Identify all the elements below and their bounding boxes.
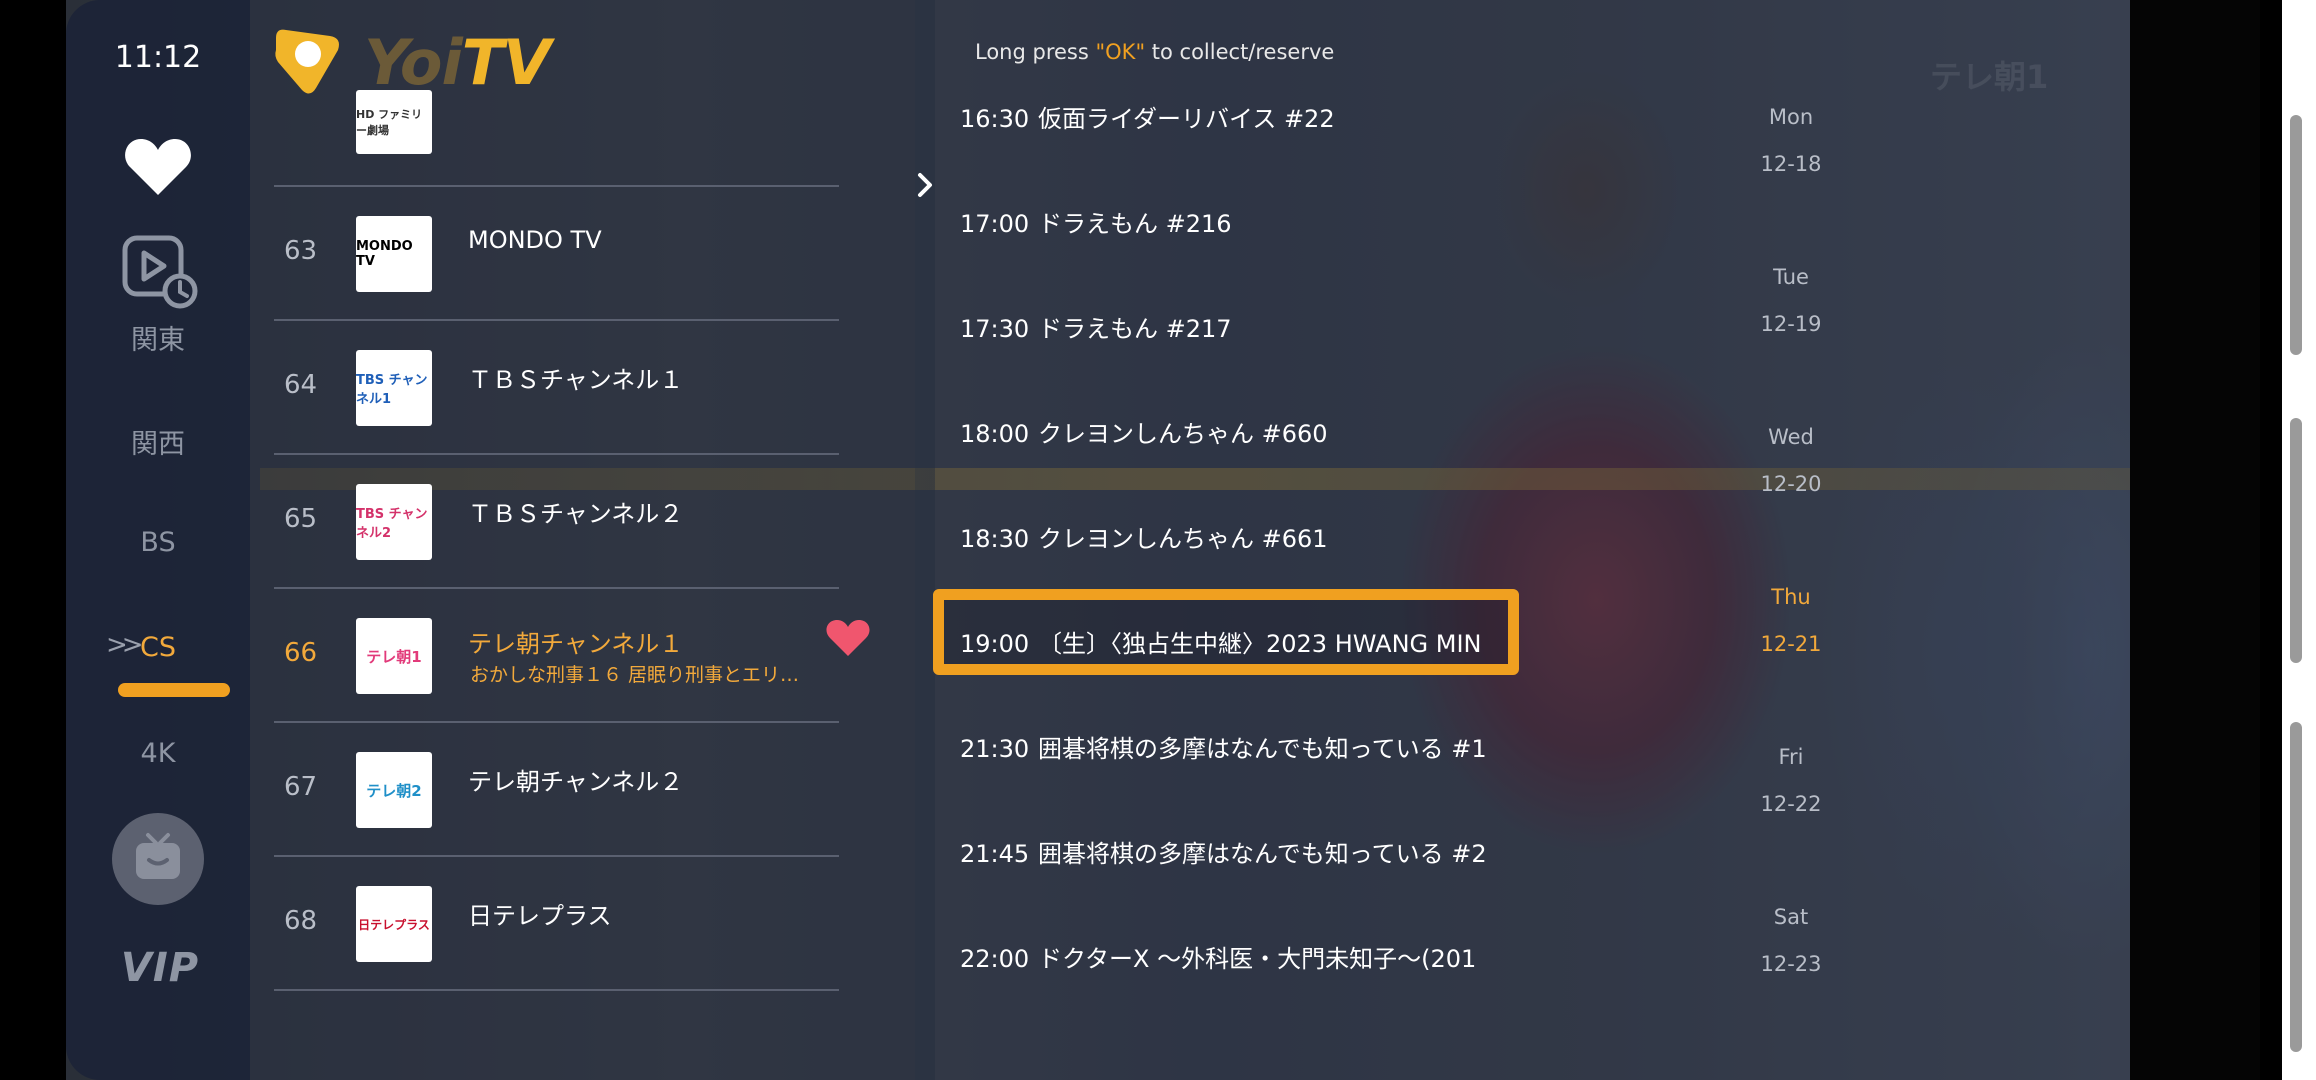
day-weekday[interactable]: Tue [1746, 265, 1836, 289]
scrollbar-thumb[interactable] [2290, 722, 2302, 1052]
day-weekday-selected[interactable]: Thu [1746, 585, 1836, 609]
nav-item-kanto[interactable]: 関東 [66, 318, 250, 357]
channel-separator [274, 989, 839, 991]
program-row[interactable]: 18:00 クレヨンしんちゃん #660 [960, 414, 1328, 464]
channel-row[interactable]: 67 テレ朝2 テレ朝チャンネル２ [274, 722, 839, 856]
channel-row[interactable]: 65 TBS チャンネル2 ＴＢＳチャンネル２ [274, 454, 839, 588]
channel-name: MONDO TV [468, 226, 602, 254]
channel-number: 63 [284, 236, 318, 266]
day-date[interactable]: 12-18 [1746, 152, 1836, 176]
logo-text-yoi: Yoi [364, 26, 463, 99]
program-time: 18:30 [960, 525, 1030, 553]
nav-item-kansai[interactable]: 関西 [66, 422, 250, 461]
channel-row[interactable]: 64 TBS チャンネル1 ＴＢＳチャンネル１ [274, 320, 839, 454]
channel-logo: テレ朝2 [356, 752, 432, 828]
chevron-right-icon[interactable] [914, 168, 936, 202]
tv-icon[interactable] [112, 813, 204, 905]
day-date[interactable]: 12-20 [1746, 472, 1836, 496]
vip-badge[interactable]: VIP [110, 945, 210, 991]
program-title: 囲碁将棋の多摩はなんでも知っている #2 [1038, 840, 1487, 868]
program-time: 16:30 [960, 105, 1030, 133]
day-weekday[interactable]: Wed [1746, 425, 1836, 449]
day-date-selected[interactable]: 12-21 [1746, 632, 1836, 656]
channel-row-selected[interactable]: 66 テレ朝1 テレ朝チャンネル１ おかしな刑事１６ 居眠り刑事とエリ… [274, 588, 839, 722]
history-play-icon[interactable] [122, 235, 198, 309]
channel-logo: 日テレプラス [356, 886, 432, 962]
logo-text-tv: TV [461, 26, 551, 99]
channel-row[interactable]: 63 MONDO TV MONDO TV [274, 186, 839, 320]
heart-icon[interactable] [124, 135, 192, 197]
program-row[interactable]: 16:30 仮面ライダーリバイス #22 [960, 99, 1335, 149]
program-row[interactable]: 21:45 囲碁将棋の多摩はなんでも知っている #2 [960, 834, 1487, 884]
channel-logo: テレ朝1 [356, 618, 432, 694]
channel-logo: MONDO TV [356, 216, 432, 292]
program-title: 仮面ライダーリバイス #22 [1038, 105, 1335, 133]
panel-divider [915, 0, 935, 1080]
channel-number: 67 [284, 772, 318, 802]
program-title: ドラえもん #217 [1038, 315, 1232, 343]
nav-item-bs[interactable]: BS [66, 527, 250, 558]
program-row[interactable]: 18:30 クレヨンしんちゃん #661 [960, 519, 1328, 569]
program-row[interactable]: 17:30 ドラえもん #217 [960, 309, 1232, 359]
program-title: ドラえもん #216 [1038, 210, 1232, 238]
day-date[interactable]: 12-22 [1746, 792, 1836, 816]
program-time: 21:30 [960, 735, 1030, 763]
program-row[interactable]: 22:00 ドクターX ～外科医・大門未知子～(201 [960, 939, 1476, 989]
program-time: 21:45 [960, 840, 1030, 868]
nav-item-4k[interactable]: 4K [66, 738, 250, 769]
program-time: 17:00 [960, 210, 1030, 238]
program-title: ドクターX ～外科医・大門未知子～(201 [1038, 945, 1477, 973]
program-row-selected[interactable]: 19:00 〔生〕〈独占生中継〉2023 HWANG MIN HY [960, 624, 1480, 674]
program-time: 19:00 [960, 630, 1030, 658]
program-time: 22:00 [960, 945, 1030, 973]
day-weekday[interactable]: Sat [1746, 905, 1836, 929]
program-row[interactable]: 17:00 ドラえもん #216 [960, 204, 1232, 254]
now-playing-title: おかしな刑事１６ 居眠り刑事とエリ… [470, 664, 800, 686]
program-time: 17:30 [960, 315, 1030, 343]
category-nav: 11:12 関東 関西 BS >> CS 4K VIP [66, 0, 250, 1080]
channel-name: ＴＢＳチャンネル２ [468, 500, 684, 528]
program-title: クレヨンしんちゃん #660 [1038, 420, 1328, 448]
channel-name: テレ朝チャンネル２ [468, 768, 684, 796]
hint-text: Long press "OK" to collect/reserve [975, 40, 1335, 64]
right-letterbox [2130, 0, 2260, 1080]
nav-selection-indicator [118, 683, 230, 697]
channel-number: 66 [284, 638, 318, 668]
channel-row[interactable]: 68 日テレプラス 日テレプラス [274, 856, 839, 990]
clock: 11:12 [114, 40, 202, 75]
scrollbar-thumb[interactable] [2290, 418, 2302, 663]
channel-number: 68 [284, 906, 318, 936]
day-date[interactable]: 12-19 [1746, 312, 1836, 336]
program-title: 囲碁将棋の多摩はなんでも知っている #1 [1038, 735, 1487, 763]
channel-logo-partial: HD ファミリー劇場 [356, 90, 432, 154]
channel-number: 64 [284, 370, 318, 400]
program-title: クレヨンしんちゃん #661 [1038, 525, 1328, 553]
channel-name: ＴＢＳチャンネル１ [468, 366, 684, 394]
channel-number: 65 [284, 504, 318, 534]
channel-name: テレ朝チャンネル１ [468, 630, 684, 658]
day-weekday[interactable]: Mon [1746, 105, 1836, 129]
program-row[interactable]: 21:30 囲碁将棋の多摩はなんでも知っている #1 [960, 729, 1487, 779]
program-time: 18:00 [960, 420, 1030, 448]
day-date[interactable]: 12-23 [1746, 952, 1836, 976]
program-title: 〔生〕〈独占生中継〉2023 HWANG MIN HY [1038, 630, 1480, 658]
yoitv-logo-icon [275, 29, 339, 94]
channel-name: 日テレプラス [468, 902, 612, 930]
channel-logo: TBS チャンネル1 [356, 350, 432, 426]
day-weekday[interactable]: Fri [1746, 745, 1836, 769]
scrollbar-thumb[interactable] [2290, 115, 2302, 355]
favorite-heart-icon[interactable] [826, 618, 870, 658]
channel-logo: TBS チャンネル2 [356, 484, 432, 560]
nav-item-cs[interactable]: CS [66, 632, 250, 663]
